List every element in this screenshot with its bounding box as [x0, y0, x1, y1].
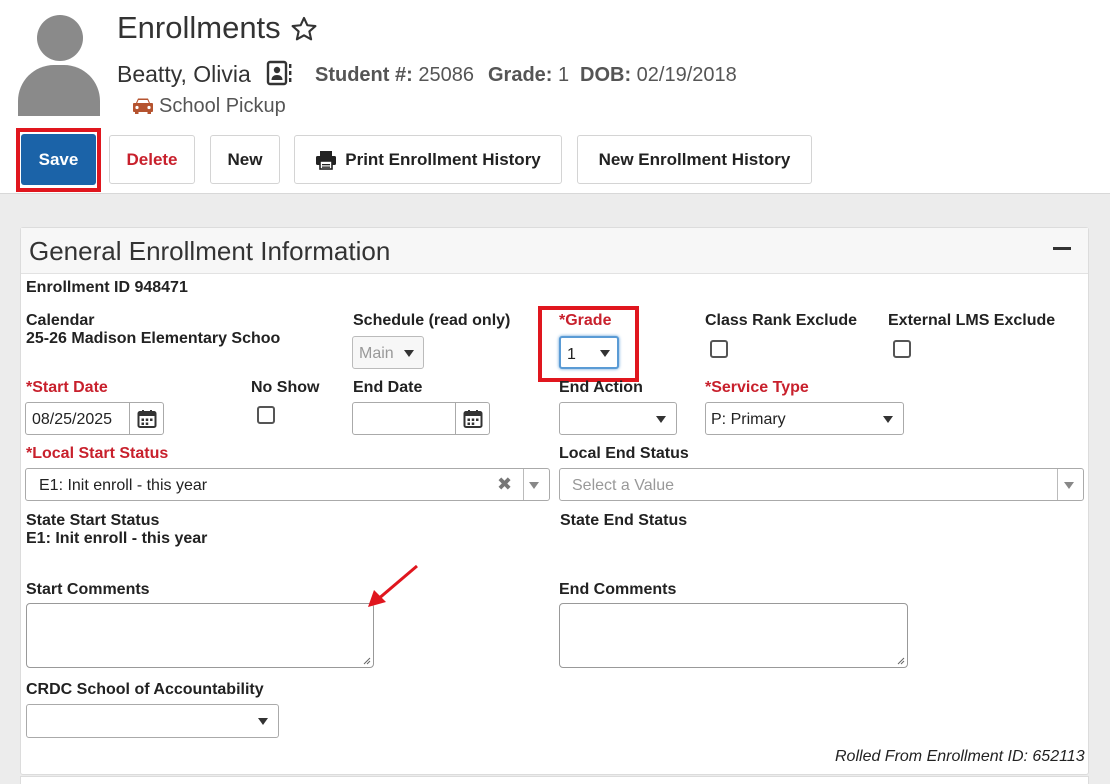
resize-grip-icon[interactable] — [363, 657, 371, 665]
student-name: Beatty, Olivia — [117, 61, 251, 87]
new-enrollment-history-button[interactable]: New Enrollment History — [577, 135, 812, 184]
chevron-down-icon — [1064, 482, 1074, 489]
service-type-select[interactable]: P: Primary — [705, 402, 904, 435]
calendar-value: 25-26 Madison Elementary Schoo — [26, 330, 281, 347]
crdc-label: CRDC School of Accountability — [26, 681, 264, 698]
end-date-label: End Date — [353, 379, 423, 396]
local-start-status-label: *Local Start Status — [26, 445, 169, 462]
end-comments-textarea[interactable] — [559, 603, 908, 668]
crdc-select[interactable] — [26, 704, 279, 738]
end-action-label: End Action — [559, 379, 643, 396]
collapse-icon[interactable] — [1053, 247, 1071, 250]
school-pickup-label: School Pickup — [159, 95, 286, 117]
new-button[interactable]: New — [210, 135, 280, 184]
print-label: Print Enrollment History — [345, 149, 541, 169]
grade-label: *Grade — [559, 312, 612, 329]
student-header: Enrollments Beatty, Olivia Student #: 25… — [0, 0, 1110, 126]
save-button[interactable]: Save — [21, 134, 96, 185]
chevron-down-icon — [404, 350, 414, 357]
service-type-label: *Service Type — [705, 379, 809, 396]
schedule-select: Main — [352, 336, 424, 369]
chevron-down-icon — [258, 718, 268, 725]
grade-select[interactable]: 1 — [559, 336, 619, 369]
state-end-status-label: State End Status — [560, 512, 688, 529]
rolled-from-enrollment: Rolled From Enrollment ID: 652113 — [835, 748, 1085, 765]
print-enrollment-history-button[interactable]: Print Enrollment History — [294, 135, 562, 184]
chevron-down-icon — [656, 416, 666, 423]
end-date-input[interactable] — [352, 402, 490, 435]
panel-header: General Enrollment Information — [21, 228, 1088, 274]
calendar-icon[interactable] — [455, 403, 489, 434]
local-end-status-select[interactable]: Select a Value — [559, 468, 1084, 501]
end-comments-label: End Comments — [559, 581, 677, 598]
student-dob: DOB: 02/19/2018 — [580, 64, 737, 86]
favorite-star-icon[interactable] — [290, 15, 318, 43]
student-number: Student #: 25086 — [315, 64, 474, 86]
no-show-label: No Show — [251, 379, 320, 396]
chevron-down-icon — [883, 416, 893, 423]
chevron-down-icon — [529, 482, 539, 489]
page-title: Enrollments — [117, 10, 281, 45]
student-grade: Grade: 1 — [488, 64, 570, 86]
class-rank-exclude-checkbox[interactable] — [710, 340, 728, 358]
start-comments-label: Start Comments — [26, 581, 150, 598]
printer-icon — [316, 150, 337, 170]
no-show-checkbox[interactable] — [257, 406, 275, 424]
external-lms-exclude-checkbox[interactable] — [893, 340, 911, 358]
delete-button[interactable]: Delete — [109, 135, 195, 184]
schedule-label: Schedule (read only) — [353, 312, 511, 329]
start-comments-textarea[interactable] — [26, 603, 374, 668]
contact-card-icon[interactable] — [265, 59, 293, 87]
class-rank-exclude-label: Class Rank Exclude — [705, 312, 858, 329]
external-lms-exclude-label: External LMS Exclude — [888, 312, 1056, 329]
car-icon — [133, 98, 153, 114]
clear-icon[interactable]: ✖ — [497, 474, 512, 495]
end-action-select[interactable] — [559, 402, 677, 435]
state-start-status-label: State Start Status — [26, 512, 160, 529]
calendar-icon[interactable] — [129, 403, 163, 434]
enrollment-id: Enrollment ID 948471 — [26, 279, 188, 296]
start-date-label: *Start Date — [26, 379, 108, 396]
student-avatar — [18, 15, 100, 116]
annotation-arrow-icon — [368, 564, 418, 607]
local-end-status-label: Local End Status — [559, 445, 689, 462]
local-start-status-select[interactable]: E1: Init enroll - this year ✖ — [25, 468, 550, 501]
calendar-label: Calendar — [26, 312, 95, 329]
panel-title: General Enrollment Information — [29, 236, 391, 266]
resize-grip-icon[interactable] — [897, 657, 905, 665]
start-date-input[interactable]: 08/25/2025 — [25, 402, 164, 435]
state-start-status-value: E1: Init enroll - this year — [26, 530, 208, 547]
toolbar: Save Delete New Print Enrollment History… — [0, 126, 1110, 194]
chevron-down-icon — [600, 350, 610, 357]
next-panel-edge — [20, 776, 1089, 784]
